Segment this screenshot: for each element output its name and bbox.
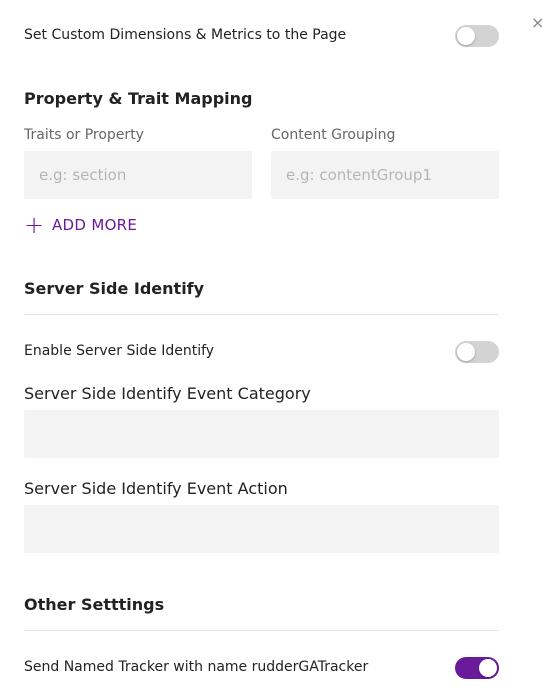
mapping-section-title: Property & Trait Mapping [24,89,253,108]
server-side-toggle[interactable] [455,341,499,363]
settings-panel: × Set Custom Dimensions & Metrics to the… [0,0,542,687]
named-tracker-label: Send Named Tracker with name rudderGATra… [24,659,369,675]
custom-dimensions-toggle[interactable] [455,25,499,47]
toggle-knob [479,659,497,677]
section-divider [24,314,499,315]
other-settings-section-title: Other Setttings [24,595,165,614]
content-grouping-input[interactable] [271,151,499,199]
event-action-label: Server Side Identify Event Action [24,479,288,498]
close-icon[interactable]: × [531,12,542,34]
traits-property-input[interactable] [24,151,252,199]
event-action-input[interactable] [24,505,499,553]
event-category-label: Server Side Identify Event Category [24,384,311,403]
section-divider [24,630,499,631]
custom-dimensions-label: Set Custom Dimensions & Metrics to the P… [24,27,347,43]
server-side-section-title: Server Side Identify [24,279,205,298]
add-more-button[interactable]: + ADD MORE [24,212,137,238]
toggle-knob [457,343,475,361]
toggle-knob [457,27,475,45]
named-tracker-toggle[interactable] [455,657,499,679]
event-category-input[interactable] [24,410,499,458]
enable-server-side-label: Enable Server Side Identify [24,343,215,359]
plus-icon: + [24,211,45,239]
content-grouping-label: Content Grouping [271,127,396,143]
traits-property-label: Traits or Property [24,127,144,143]
add-more-label: ADD MORE [52,216,138,234]
